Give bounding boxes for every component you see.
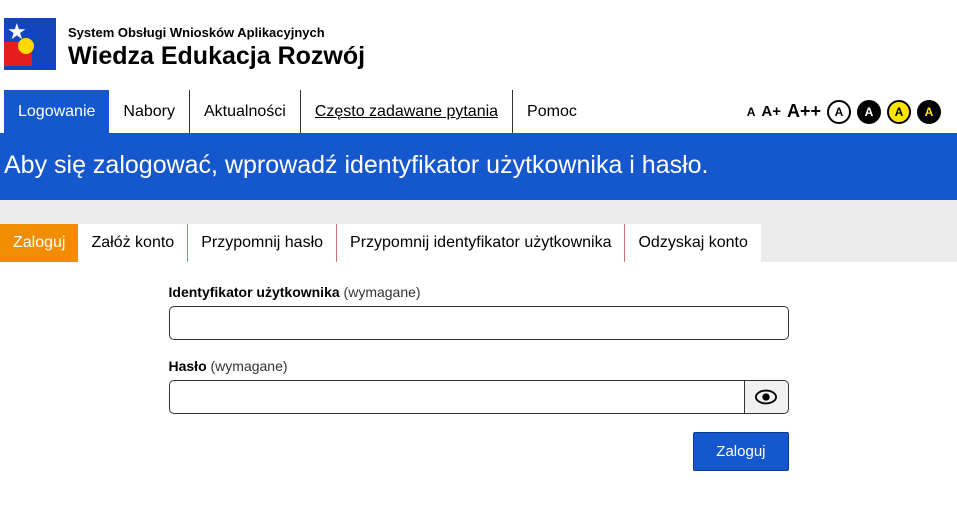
tab-zaloz-konto[interactable]: Załóż konto	[78, 224, 188, 262]
password-input[interactable]	[169, 380, 745, 414]
password-label: Hasło (wymagane)	[169, 358, 789, 374]
tab-przypomnij-id[interactable]: Przypomnij identyfikator użytkownika	[337, 224, 625, 262]
font-size-large[interactable]: A++	[787, 101, 821, 122]
tab-zaloguj[interactable]: Zaloguj	[0, 224, 78, 262]
toggle-password-visibility[interactable]	[745, 380, 789, 414]
username-label: Identyfikator użytkownika (wymagane)	[169, 284, 789, 300]
header-text: System Obsługi Wniosków Aplikacyjnych Wi…	[68, 25, 365, 71]
contrast-normal[interactable]: A	[827, 100, 851, 124]
accessibility-controls: A A+ A++ A A A A	[747, 100, 953, 124]
nav-pomoc[interactable]: Pomoc	[513, 90, 591, 133]
app-title: Wiedza Edukacja Rozwój	[68, 42, 365, 71]
contrast-black-yellow[interactable]: A	[917, 100, 941, 124]
nav-nabory[interactable]: Nabory	[109, 90, 190, 133]
star-icon: ★	[7, 21, 27, 43]
subtabs-wrap: Zaloguj Załóż konto Przypomnij hasło Prz…	[0, 224, 957, 262]
login-button[interactable]: Zaloguj	[693, 432, 788, 471]
eye-icon	[755, 389, 777, 405]
nav-aktualnosci[interactable]: Aktualności	[190, 90, 301, 133]
font-size-medium[interactable]: A+	[761, 103, 781, 120]
tab-odzyskaj-konto[interactable]: Odzyskaj konto	[625, 224, 760, 262]
font-size-small[interactable]: A	[747, 105, 756, 119]
gray-strip	[0, 200, 957, 224]
subtabs: Zaloguj Załóż konto Przypomnij hasło Prz…	[0, 224, 761, 262]
contrast-black[interactable]: A	[857, 100, 881, 124]
logo: ★	[4, 18, 56, 78]
nav-logowanie[interactable]: Logowanie	[4, 90, 109, 133]
login-form: Identyfikator użytkownika (wymagane) Has…	[0, 262, 957, 471]
contrast-yellow[interactable]: A	[887, 100, 911, 124]
password-field-group: Hasło (wymagane)	[169, 358, 789, 414]
nav-faq[interactable]: Często zadawane pytania	[301, 90, 513, 133]
username-input[interactable]	[169, 306, 789, 340]
tab-przypomnij-haslo[interactable]: Przypomnij hasło	[188, 224, 337, 262]
username-field-group: Identyfikator użytkownika (wymagane)	[169, 284, 789, 340]
main-nav: Logowanie Nabory Aktualności Często zada…	[4, 90, 591, 133]
header: ★ System Obsługi Wniosków Aplikacyjnych …	[0, 0, 957, 90]
system-line: System Obsługi Wniosków Aplikacyjnych	[68, 25, 365, 40]
page-banner: Aby się zalogować, wprowadź identyfikato…	[0, 133, 957, 200]
nav-row: Logowanie Nabory Aktualności Często zada…	[0, 90, 957, 133]
